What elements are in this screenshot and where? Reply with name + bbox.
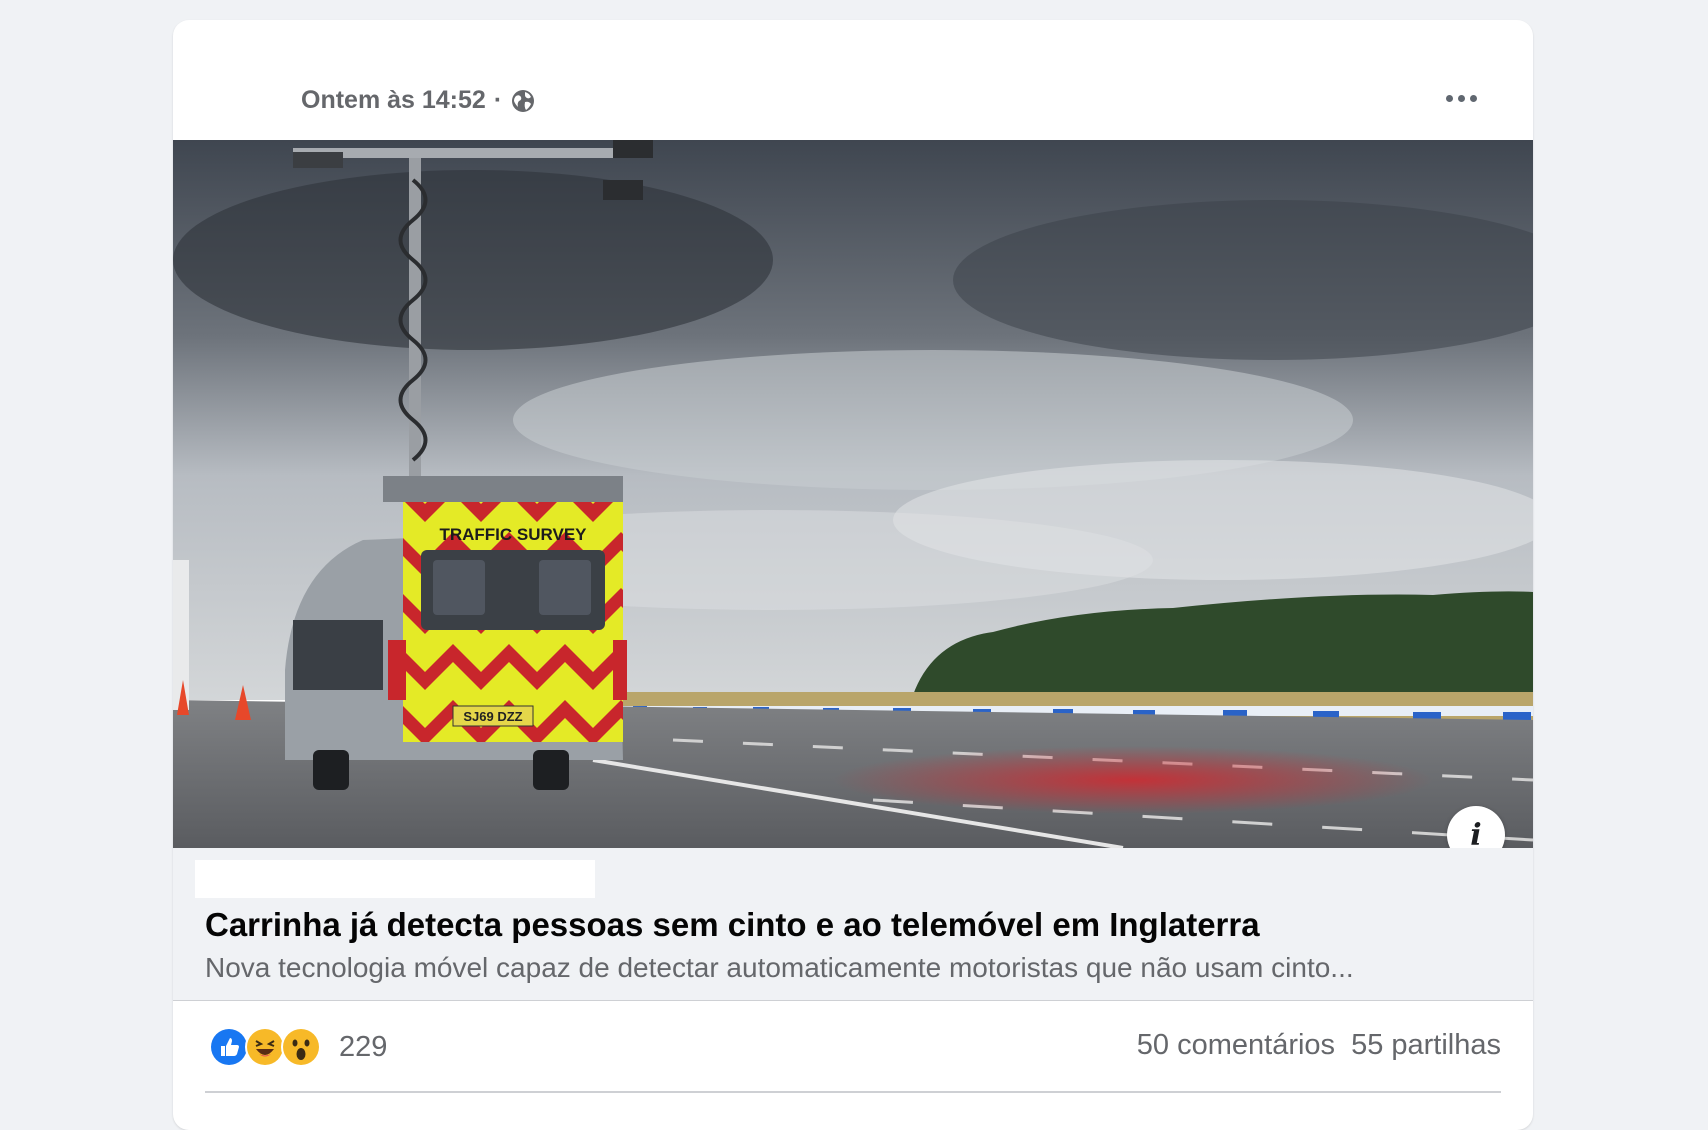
engagement-counts: 50 comentários 55 partilhas bbox=[1137, 1029, 1501, 1062]
more-options-icon[interactable] bbox=[1437, 78, 1485, 118]
dot bbox=[1457, 94, 1465, 102]
shares-count[interactable]: 55 partilhas bbox=[1351, 1029, 1501, 1062]
haha-icon bbox=[245, 1027, 285, 1067]
post-stats: 229 50 comentários 55 partilhas bbox=[205, 1001, 1501, 1093]
post-meta: Ontem às 14:52 · bbox=[301, 86, 536, 115]
dot bbox=[1469, 94, 1477, 102]
wow-icon bbox=[281, 1027, 321, 1067]
globe-icon[interactable] bbox=[510, 88, 536, 114]
meta-separator: · bbox=[493, 86, 503, 114]
reaction-count[interactable]: 229 bbox=[339, 1031, 387, 1064]
link-description: Nova tecnologia móvel capaz de detectar … bbox=[205, 952, 1354, 983]
comments-count[interactable]: 50 comentários bbox=[1137, 1029, 1335, 1062]
van-label: TRAFFIC SURVEY bbox=[439, 525, 587, 544]
van-plate: SJ69 DZZ bbox=[463, 709, 522, 724]
dot bbox=[1445, 94, 1453, 102]
like-icon bbox=[209, 1027, 249, 1067]
post-timestamp[interactable]: Ontem às 14:52 bbox=[301, 86, 486, 115]
reactions-summary[interactable]: 229 bbox=[209, 1027, 387, 1067]
post-image[interactable]: SJ69 DZZ TRAFFIC SURVEY i bbox=[173, 140, 1533, 848]
link-title[interactable]: Carrinha já detecta pessoas sem cinto e … bbox=[205, 906, 1260, 944]
redacted-domain bbox=[195, 860, 595, 898]
post-card: Ontem às 14:52 · SJ69 DZZ TRAFFIC SURVEY… bbox=[173, 20, 1533, 1130]
post-header: Ontem às 14:52 · bbox=[173, 20, 1533, 140]
link-preview[interactable]: Carrinha já detecta pessoas sem cinto e … bbox=[173, 848, 1533, 1001]
traffic-survey-photo: SJ69 DZZ TRAFFIC SURVEY bbox=[173, 140, 1533, 848]
